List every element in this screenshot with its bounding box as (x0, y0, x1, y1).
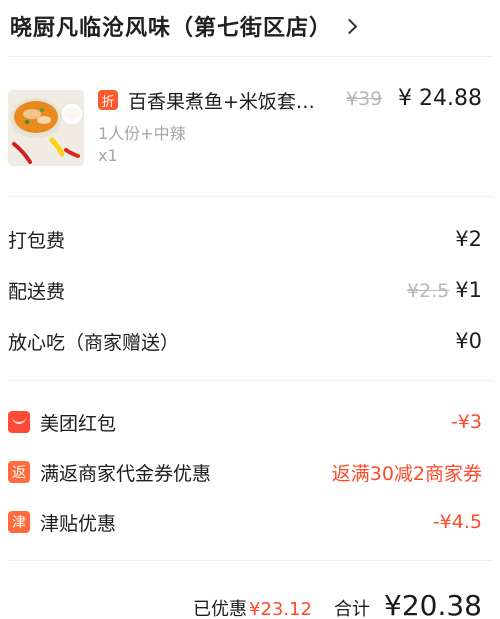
insurance-value: ¥0 (455, 329, 482, 353)
product-image (8, 90, 84, 166)
order-total: 已优惠 ¥23.12 合计 ¥20.38 (193, 589, 482, 619)
chevron-right-icon[interactable] (341, 18, 358, 34)
insurance-label: 放心吃（商家赠送） (8, 331, 180, 354)
product-price: ¥ 24.88 (398, 86, 482, 111)
discount-tag: 折 (98, 90, 118, 110)
product-item[interactable]: 折 百香果煮鱼+米饭套… ¥39 ¥ 24.88 1人份+中辣 x1 (8, 86, 482, 178)
packing-fee-value: ¥2 (455, 227, 482, 251)
divider (8, 56, 492, 57)
saved-value: ¥23.12 (249, 599, 313, 619)
fish-dish-image (8, 90, 84, 166)
discount-label: 津贴优惠 (40, 512, 117, 535)
divider (8, 380, 492, 381)
discount-row-subsidy[interactable]: 津 津贴优惠 -¥4.5 (8, 507, 482, 537)
discount-value: -¥3 (450, 411, 482, 433)
product-spec: 1人份+中辣 (98, 124, 186, 143)
discount-label: 美团红包 (40, 412, 117, 435)
insurance-row[interactable]: 放心吃（商家赠送） ¥0 (8, 326, 482, 356)
delivery-fee-value: ¥1 (455, 278, 482, 302)
discount-label: 满返商家代金券优惠 (40, 462, 212, 485)
total-label: 合计 (334, 599, 371, 619)
delivery-fee-label: 配送费 (8, 280, 66, 303)
divider (8, 560, 492, 561)
subsidy-icon: 津 (8, 511, 30, 533)
discount-row-red-envelope[interactable]: 美团红包 -¥3 (8, 407, 482, 437)
original-price: ¥39 (346, 88, 383, 110)
discount-row-voucher[interactable]: 返 满返商家代金券优惠 返满30减2商家券 (8, 457, 482, 487)
total-value: ¥20.38 (384, 589, 482, 619)
discount-value: -¥4.5 (432, 511, 482, 533)
product-quantity: x1 (98, 146, 118, 165)
divider (8, 196, 492, 197)
packing-fee-label: 打包费 (8, 229, 66, 252)
discount-value: 返满30减2商家券 (331, 462, 482, 485)
packing-fee-row: 打包费 ¥2 (8, 224, 482, 254)
return-icon: 返 (8, 461, 30, 483)
delivery-fee-original: ¥2.5 (406, 280, 450, 302)
product-title: 百香果煮鱼+米饭套… (128, 91, 315, 113)
order-summary-page: 晓厨凡临沧风味（第七街区店） 折 百香果煮鱼+米饭套… ¥39 ¥ 24.88 … (0, 0, 500, 619)
delivery-fee-row: 配送费 ¥2.5 ¥1 (8, 275, 482, 305)
red-envelope-icon (8, 411, 30, 433)
saved-label: 已优惠 (193, 599, 248, 619)
store-name[interactable]: 晓厨凡临沧风味（第七街区店） (10, 10, 332, 42)
store-header[interactable]: 晓厨凡临沧风味（第七街区店） (10, 8, 358, 44)
